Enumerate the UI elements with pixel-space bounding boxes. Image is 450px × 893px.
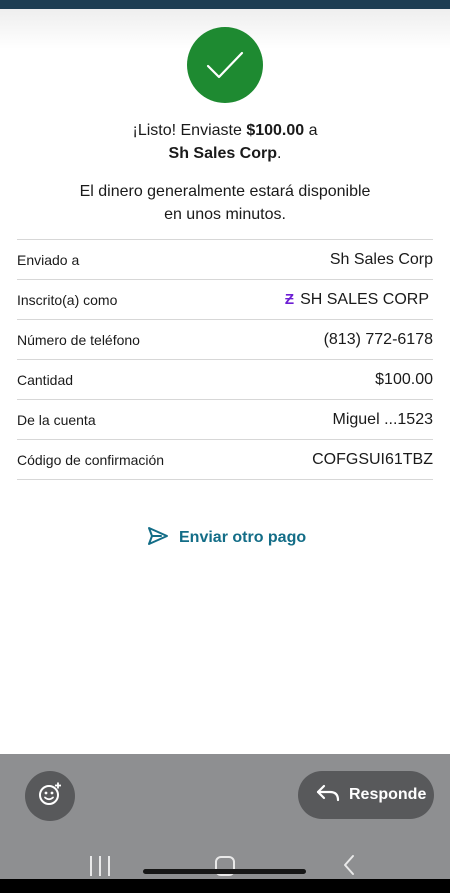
paper-plane-icon — [147, 526, 169, 551]
detail-row-enrolled-as: Inscrito(a) como Ƶ SH SALES CORP — [17, 280, 433, 320]
success-check-icon — [187, 27, 263, 103]
headline-prefix: ¡Listo! Enviaste — [132, 122, 247, 139]
gesture-handle[interactable] — [143, 869, 306, 874]
detail-value: COFGSUI61TBZ — [312, 450, 433, 468]
sent-amount: $100.00 — [246, 122, 305, 139]
detail-label: De la cuenta — [17, 411, 96, 428]
screen-bottom-edge — [0, 879, 450, 893]
details-table: Enviado a Sh Sales Corp Inscrito(a) como… — [17, 239, 433, 480]
detail-row-from-account: De la cuenta Miguel ...1523 — [17, 400, 433, 440]
detail-value-enrolled: Ƶ SH SALES CORP — [285, 291, 433, 309]
detail-label: Código de confirmación — [17, 451, 165, 468]
detail-row-confirmation-code: Código de confirmación COFGSUI61TBZ — [17, 440, 433, 480]
detail-row-sent-to: Enviado a Sh Sales Corp — [17, 240, 433, 280]
reply-button[interactable]: Responde — [298, 771, 434, 819]
confirmation-headline: ¡Listo! Enviaste $100.00 a Sh Sales Corp… — [0, 119, 450, 165]
detail-label: Número de teléfono — [17, 331, 140, 348]
availability-line-2: en unos minutos. — [164, 206, 286, 223]
reply-label: Responde — [349, 786, 427, 803]
detail-value: Sh Sales Corp — [329, 250, 433, 268]
emoji-button[interactable] — [25, 771, 75, 821]
headline-mid: a — [304, 122, 318, 139]
detail-label: Enviado a — [17, 251, 80, 268]
availability-line-1: El dinero generalmente estará disponible — [79, 183, 371, 200]
emoji-add-icon — [37, 781, 63, 812]
detail-row-amount: Cantidad $100.00 — [17, 360, 433, 400]
headline-end: . — [277, 145, 282, 162]
detail-label: Inscrito(a) como — [17, 291, 118, 308]
recents-nav-button[interactable] — [90, 856, 110, 876]
detail-value: SH SALES CORP — [300, 290, 429, 308]
reply-arrow-icon — [315, 783, 341, 808]
status-bar — [0, 0, 450, 9]
detail-value: $100.00 — [375, 370, 433, 388]
detail-row-phone: Número de teléfono (813) 772-6178 — [17, 320, 433, 360]
availability-note: El dinero generalmente estará disponible… — [0, 180, 450, 226]
recipient-name: Sh Sales Corp — [168, 145, 278, 162]
detail-value: Miguel ...1523 — [332, 410, 433, 428]
detail-value: (813) 772-6178 — [323, 330, 433, 348]
zelle-icon: Ƶ — [284, 291, 295, 308]
send-another-payment-link[interactable]: Enviar otro pago — [147, 525, 306, 551]
send-another-payment-label: Enviar otro pago — [179, 529, 307, 546]
detail-label: Cantidad — [17, 371, 74, 388]
back-nav-button[interactable] — [342, 854, 356, 881]
